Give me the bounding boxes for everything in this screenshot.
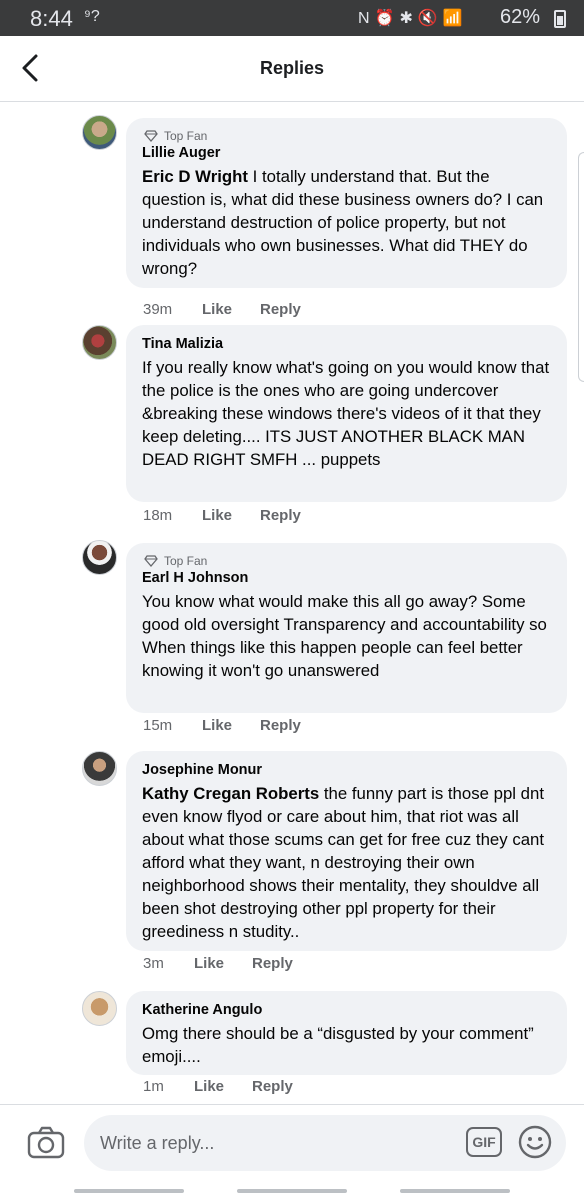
avatar[interactable] bbox=[82, 540, 117, 575]
comment-body: You know what would make this all go awa… bbox=[142, 592, 547, 680]
like-button[interactable]: Like bbox=[194, 1078, 252, 1095]
top-fan-badge: Top Fan bbox=[142, 553, 551, 569]
comment-text: You know what would make this all go awa… bbox=[142, 590, 551, 682]
diamond-icon bbox=[144, 130, 158, 142]
avatar[interactable] bbox=[82, 115, 117, 150]
comment-bubble[interactable]: Tina Malizia If you really know what's g… bbox=[126, 325, 567, 502]
nav-recents-gesture[interactable] bbox=[400, 1189, 510, 1193]
comment-time: 15m bbox=[143, 717, 173, 734]
comment-text: Omg there should be a “disgusted by your… bbox=[142, 1022, 551, 1068]
badge-label: Top Fan bbox=[164, 129, 208, 143]
reply-button[interactable]: Reply bbox=[260, 507, 301, 524]
nav-home-gesture[interactable] bbox=[237, 1189, 347, 1193]
avatar[interactable] bbox=[82, 325, 117, 360]
comment-meta: 15m Like Reply bbox=[143, 717, 301, 734]
like-button[interactable]: Like bbox=[202, 507, 260, 524]
reply-button[interactable]: Reply bbox=[252, 955, 293, 972]
comment-meta: 39m Like Reply bbox=[143, 301, 301, 318]
comment-time: 39m bbox=[143, 301, 173, 318]
like-button[interactable]: Like bbox=[202, 717, 260, 734]
comment-text: If you really know what's going on you w… bbox=[142, 356, 551, 471]
like-button[interactable]: Like bbox=[194, 955, 252, 972]
emoji-icon bbox=[518, 1125, 552, 1159]
status-time: 8:44 bbox=[30, 6, 73, 31]
scrollbar[interactable] bbox=[578, 152, 584, 382]
reply-composer: GIF bbox=[0, 1104, 584, 1186]
header: Replies bbox=[0, 36, 584, 102]
comment-author[interactable]: Josephine Monur bbox=[142, 761, 551, 779]
page-title: Replies bbox=[259, 58, 325, 78]
comment-meta: 3m Like Reply bbox=[143, 955, 293, 972]
status-icons: N⏰✱🔇📶 bbox=[358, 10, 468, 27]
gif-button[interactable]: GIF bbox=[466, 1127, 502, 1157]
navigation-bar bbox=[0, 1186, 584, 1200]
comment-text: Kathy Cregan Roberts the funny part is t… bbox=[142, 782, 551, 943]
comment-text: Eric D Wright I totally understand that.… bbox=[142, 165, 551, 280]
emoji-button[interactable] bbox=[518, 1125, 552, 1159]
comment-time: 1m bbox=[143, 1078, 164, 1095]
comment-bubble[interactable]: Top Fan Earl H Johnson You know what wou… bbox=[126, 543, 567, 713]
camera-icon bbox=[27, 1126, 65, 1159]
reply-button[interactable]: Reply bbox=[260, 717, 301, 734]
badge-label: Top Fan bbox=[164, 554, 208, 568]
comment-author[interactable]: Earl H Johnson bbox=[142, 569, 551, 587]
signal-clock-icon: ⁹? bbox=[84, 8, 100, 25]
comment-meta: 18m Like Reply bbox=[143, 507, 301, 524]
top-fan-badge: Top Fan bbox=[142, 128, 551, 144]
replies-list[interactable]: Top Fan Lillie Auger Eric D Wright I tot… bbox=[0, 103, 584, 1103]
comment-author[interactable]: Tina Malizia bbox=[142, 335, 551, 353]
like-button[interactable]: Like bbox=[202, 301, 260, 318]
comment-time: 3m bbox=[143, 955, 164, 972]
mention-link[interactable]: Kathy Cregan Roberts bbox=[142, 784, 319, 803]
avatar[interactable] bbox=[82, 751, 117, 786]
nav-back-gesture[interactable] bbox=[74, 1189, 184, 1193]
comment-bubble[interactable]: Josephine Monur Kathy Cregan Roberts the… bbox=[126, 751, 567, 951]
comment-author[interactable]: Katherine Angulo bbox=[142, 1001, 551, 1019]
battery-level: 62% bbox=[500, 6, 541, 28]
comment-meta: 1m Like Reply bbox=[143, 1078, 293, 1095]
reply-button[interactable]: Reply bbox=[260, 301, 301, 318]
reply-button[interactable]: Reply bbox=[252, 1078, 293, 1095]
status-bar: 8:44 ⁹? N⏰✱🔇📶 62% bbox=[0, 0, 584, 36]
comment-bubble[interactable]: Katherine Angulo Omg there should be a “… bbox=[126, 991, 567, 1075]
diamond-icon bbox=[144, 555, 158, 567]
battery-icon bbox=[554, 10, 566, 28]
comment-time: 18m bbox=[143, 507, 173, 524]
camera-button[interactable] bbox=[27, 1125, 65, 1159]
comment-body: If you really know what's going on you w… bbox=[142, 358, 550, 469]
comment-body: the funny part is those ppl dnt even kno… bbox=[142, 784, 545, 941]
mention-link[interactable]: Eric D Wright bbox=[142, 167, 248, 186]
comment-bubble[interactable]: Top Fan Lillie Auger Eric D Wright I tot… bbox=[126, 118, 567, 288]
avatar[interactable] bbox=[82, 991, 117, 1026]
comment-author[interactable]: Lillie Auger bbox=[142, 144, 551, 162]
comment-body: Omg there should be a “disgusted by your… bbox=[142, 1024, 534, 1066]
